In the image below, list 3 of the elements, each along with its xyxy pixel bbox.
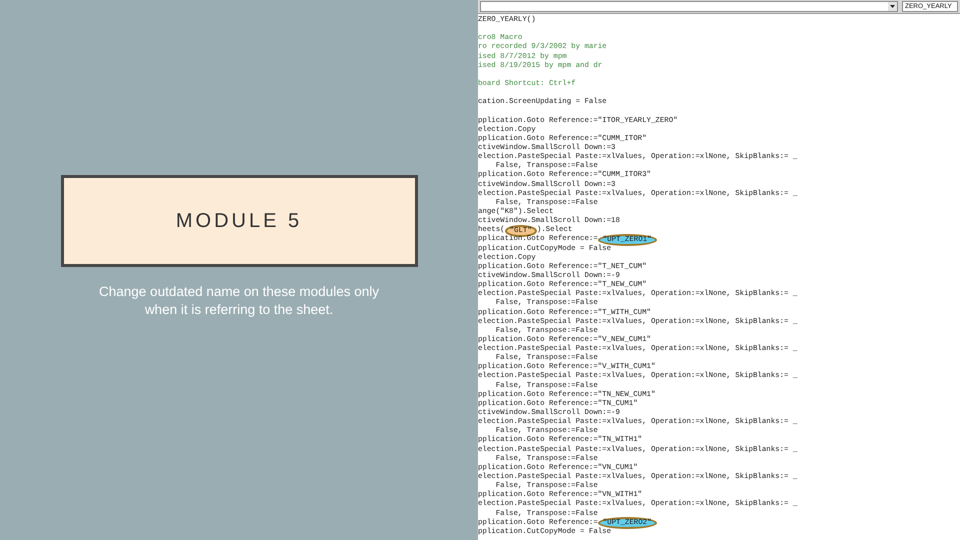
slide-caption: Change outdated name on these modules only when it is referring to the sheet. — [98, 283, 380, 319]
procedure-dropdown[interactable] — [480, 1, 898, 12]
slide-title: MODULE 5 — [176, 209, 302, 234]
